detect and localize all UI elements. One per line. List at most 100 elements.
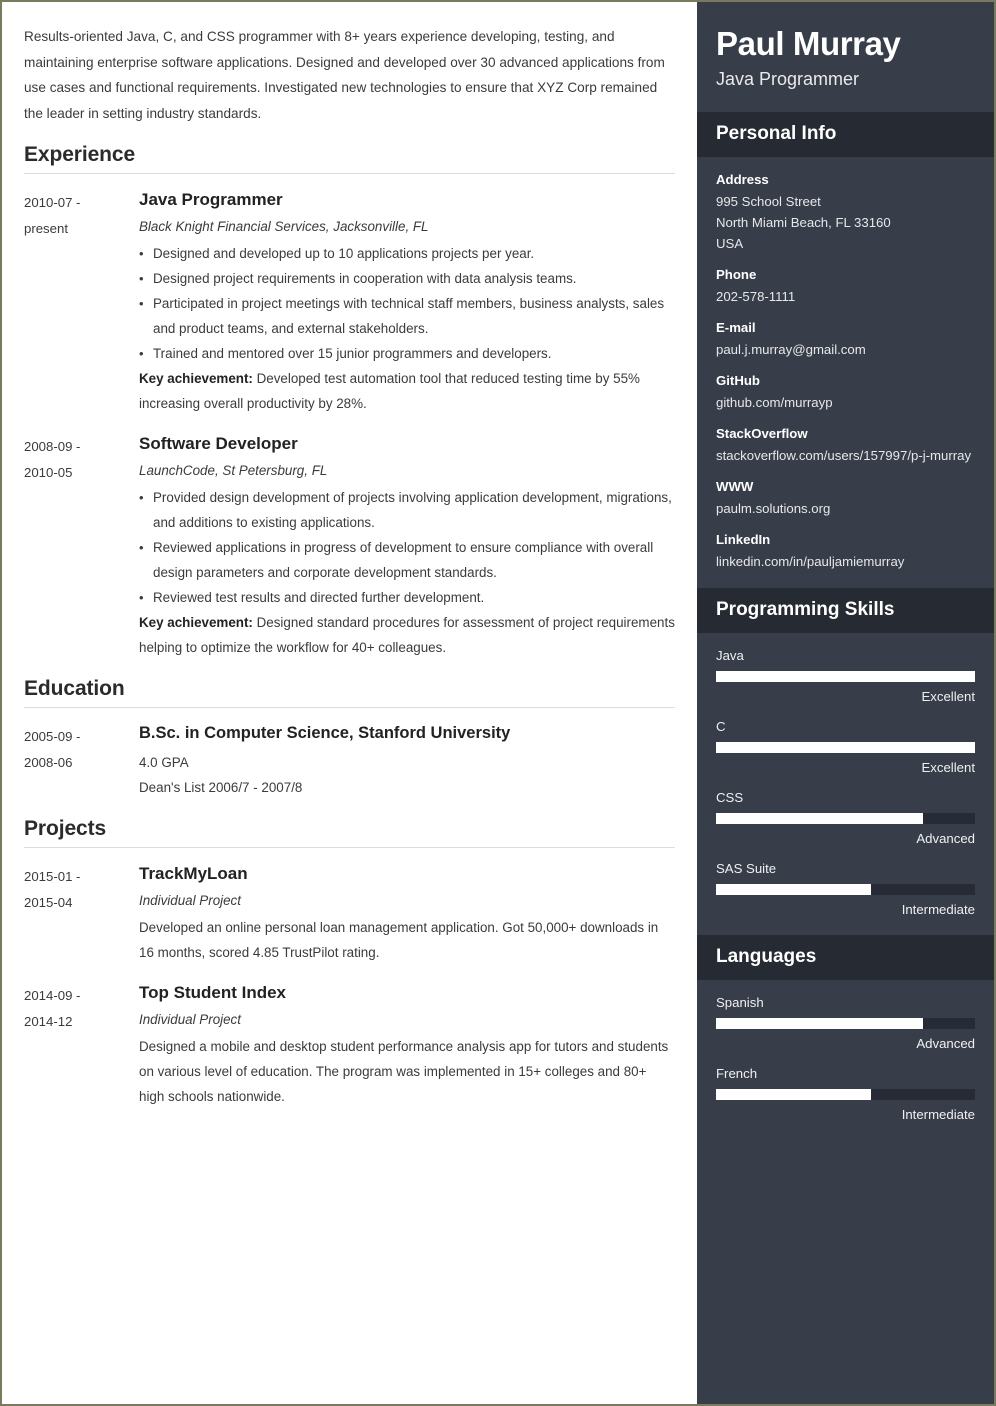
languages-heading: Languages — [697, 935, 994, 980]
language-bar-fill — [716, 1018, 924, 1029]
entry-date-from: 2015-01 - — [24, 869, 81, 884]
entry-body: B.Sc. in Computer Science, Stanford Univ… — [139, 722, 675, 800]
skill-level: Excellent — [921, 689, 975, 704]
info-label: StackOverflow — [716, 426, 808, 441]
entry-key-achievement: Key achievement: Designed standard proce… — [139, 610, 675, 660]
entry-description: Designed a mobile and desktop student pe… — [139, 1039, 669, 1104]
bullet-item: Provided design development of projects … — [139, 485, 675, 535]
entry-body: TrackMyLoan Individual Project Developed a… — [139, 862, 675, 965]
main-sections: Experience 2010-07 - present Java Programme… — [24, 143, 675, 1109]
info-block: GitHub github.com/murrayp — [716, 370, 975, 413]
entry-date: 2014-09 - 2014-12 — [24, 981, 139, 1109]
info-label: E-mail — [716, 320, 756, 335]
entry-date: 2010-07 - present — [24, 188, 139, 416]
programming-skills-list: Java Excellent C Excellent CSS Advanced SAS Su… — [697, 633, 994, 935]
entry-bullet-list: Designed and developed up to 10 applicat… — [139, 241, 675, 366]
info-label: WWW — [716, 479, 754, 494]
section-education: Education 2005-09 - 2008-06 B.Sc. in Comput… — [24, 677, 675, 800]
skill-name: Java — [716, 648, 744, 663]
entry-detail-line: 4.0 GPA — [139, 755, 189, 770]
sidebar-header: Paul Murray Java Programmer — [697, 2, 994, 112]
info-value-line: paul.j.murray@gmail.com — [716, 342, 866, 357]
skill-bar-fill — [716, 671, 975, 682]
entry-title: B.Sc. in Computer Science, Stanford Univ… — [139, 724, 511, 742]
info-value[interactable]: paul.j.murray@gmail.com — [716, 339, 975, 360]
main-column: Results-oriented Java, C, and CSS progra… — [2, 2, 697, 1404]
info-value-line: paulm.solutions.org — [716, 501, 831, 516]
section-divider — [24, 847, 675, 848]
entry: 2008-09 - 2010-05 Software Developer Launch… — [24, 432, 675, 660]
skill-name: SAS Suite — [716, 861, 777, 876]
info-block: E-mail paul.j.murray@gmail.com — [716, 317, 975, 360]
info-label: Address — [716, 172, 769, 187]
entry-date-from: 2008-09 - — [24, 439, 81, 454]
info-value[interactable]: github.com/murrayp — [716, 392, 975, 413]
entry-date: 2008-09 - 2010-05 — [24, 432, 139, 660]
entry-key-achievement: Key achievement: Developed test automati… — [139, 366, 675, 416]
skill-name: C — [716, 719, 726, 734]
section-divider — [24, 173, 675, 174]
section-projects: Projects 2015-01 - 2015-04 TrackMyLoan Indiv… — [24, 817, 675, 1109]
skill-bar-fill — [716, 813, 924, 824]
entry-date-to: 2015-04 — [24, 894, 73, 910]
entry-body: Software Developer LaunchCode, St Petersb… — [139, 432, 675, 660]
section-heading: Experience — [24, 143, 136, 166]
language-bar-track — [716, 1018, 975, 1029]
entry-subtitle: Black Knight Financial Services, Jackson… — [139, 219, 429, 234]
key-achievement-label: Key achievement: — [139, 615, 253, 630]
bullet-item: Reviewed test results and directed furth… — [139, 585, 675, 610]
info-value[interactable]: 995 School Street North Miami Beach, FL 3… — [716, 191, 975, 254]
skill-item: SAS Suite Intermediate — [716, 858, 975, 921]
skill-item: Java Excellent — [716, 645, 975, 708]
skill-level: Excellent — [921, 760, 975, 775]
bullet-item: Reviewed applications in progress of dev… — [139, 535, 675, 585]
entry-date: 2015-01 - 2015-04 — [24, 862, 139, 965]
language-level: Intermediate — [901, 1107, 975, 1122]
entry-date-to: present — [24, 220, 68, 236]
info-value-line: github.com/murrayp — [716, 395, 833, 410]
entry-subtitle: LaunchCode, St Petersburg, FL — [139, 463, 328, 478]
info-label: Phone — [716, 267, 757, 282]
entry-date-to: 2008-06 — [24, 754, 73, 770]
personal-info-heading: Personal Info — [697, 112, 994, 157]
candidate-name: Paul Murray — [716, 25, 901, 62]
sidebar: Paul Murray Java Programmer Personal Inf… — [697, 2, 994, 1404]
info-value[interactable]: linkedin.com/in/pauljamiemurray — [716, 551, 975, 572]
skill-bar-fill — [716, 742, 975, 753]
skill-bar-track — [716, 884, 975, 895]
entry-title: Java Programmer — [139, 190, 283, 209]
candidate-role: Java Programmer — [716, 69, 860, 89]
entry-title: Top Student Index — [139, 983, 287, 1002]
entry-body: Top Student Index Individual Project Desig… — [139, 981, 675, 1109]
skill-level: Advanced — [916, 831, 975, 846]
info-block: LinkedIn linkedin.com/in/pauljamiemurray — [716, 529, 975, 572]
section-heading: Projects — [24, 817, 107, 840]
info-label: GitHub — [716, 373, 760, 388]
info-block: Phone 202-578-1111 — [716, 264, 975, 307]
skill-level: Intermediate — [901, 902, 975, 917]
entry: 2014-09 - 2014-12 Top Student Index Individ… — [24, 981, 675, 1109]
entry-detail-line: Dean's List 2006/7 - 2007/8 — [139, 780, 303, 795]
info-value-line: linkedin.com/in/pauljamiemurray — [716, 554, 905, 569]
info-label: LinkedIn — [716, 532, 771, 547]
language-item: Spanish Advanced — [716, 992, 975, 1055]
skill-bar-track — [716, 671, 975, 682]
info-value[interactable]: 202-578-1111 — [716, 286, 975, 307]
entry-title: Software Developer — [139, 434, 298, 453]
skill-bar-fill — [716, 884, 872, 895]
info-value[interactable]: stackoverflow.com/users/157997/p-j-murra… — [716, 445, 975, 466]
entry-subtitle: Individual Project — [139, 893, 241, 908]
info-value-line: stackoverflow.com/users/157997/p-j-murra… — [716, 448, 972, 463]
section-experience: Experience 2010-07 - present Java Programme… — [24, 143, 675, 660]
bullet-item: Designed project requirements in coopera… — [139, 266, 675, 291]
info-value-line: 202-578-1111 — [716, 289, 796, 304]
entry-subtitle: Individual Project — [139, 1012, 241, 1027]
entry: 2010-07 - present Java Programmer Black Kni… — [24, 188, 675, 416]
bullet-item: Designed and developed up to 10 applicat… — [139, 241, 675, 266]
professional-summary: Results-oriented Java, C, and CSS progra… — [24, 29, 665, 121]
entry-date-from: 2005-09 - — [24, 729, 81, 744]
language-name: Spanish — [716, 995, 764, 1010]
bullet-item: Participated in project meetings with te… — [139, 291, 675, 341]
personal-info-list: Address 995 School Street North Miami Beac… — [697, 157, 994, 588]
info-value[interactable]: paulm.solutions.org — [716, 498, 975, 519]
